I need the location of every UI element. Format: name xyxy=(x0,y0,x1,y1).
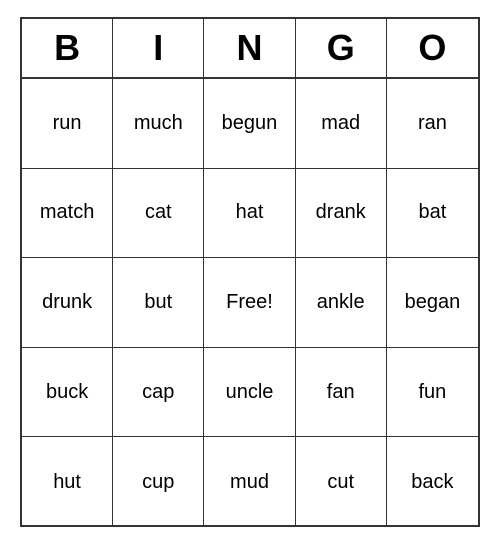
cell-15: buck xyxy=(22,348,113,438)
cell-13: ankle xyxy=(296,258,387,348)
header-b: B xyxy=(22,19,113,77)
cell-4: ran xyxy=(387,79,478,169)
cell-2: begun xyxy=(204,79,295,169)
cell-22: mud xyxy=(204,437,295,527)
bingo-grid: run much begun mad ran match cat hat dra… xyxy=(22,79,478,527)
cell-6: cat xyxy=(113,169,204,259)
cell-19: fun xyxy=(387,348,478,438)
cell-14: began xyxy=(387,258,478,348)
cell-5: match xyxy=(22,169,113,259)
header-o: O xyxy=(387,19,478,77)
cell-18: fan xyxy=(296,348,387,438)
cell-0: run xyxy=(22,79,113,169)
cell-17: uncle xyxy=(204,348,295,438)
header-g: G xyxy=(296,19,387,77)
bingo-card: B I N G O run much begun mad ran match c… xyxy=(20,17,480,527)
cell-1: much xyxy=(113,79,204,169)
header-n: N xyxy=(204,19,295,77)
cell-12-free: Free! xyxy=(204,258,295,348)
cell-16: cap xyxy=(113,348,204,438)
cell-9: bat xyxy=(387,169,478,259)
cell-24: back xyxy=(387,437,478,527)
cell-20: hut xyxy=(22,437,113,527)
cell-11: but xyxy=(113,258,204,348)
cell-10: drunk xyxy=(22,258,113,348)
cell-3: mad xyxy=(296,79,387,169)
cell-7: hat xyxy=(204,169,295,259)
header-i: I xyxy=(113,19,204,77)
bingo-header: B I N G O xyxy=(22,19,478,79)
cell-23: cut xyxy=(296,437,387,527)
cell-8: drank xyxy=(296,169,387,259)
cell-21: cup xyxy=(113,437,204,527)
